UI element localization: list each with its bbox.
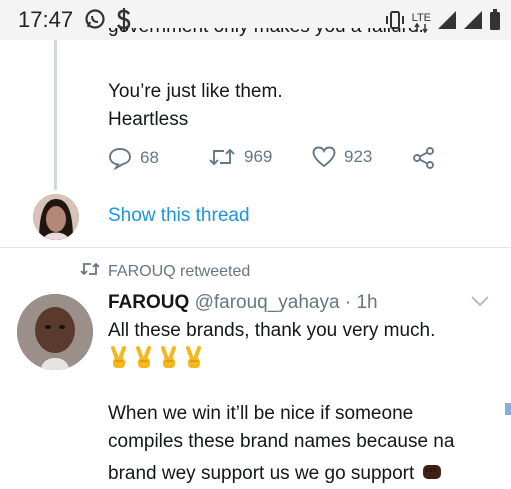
- show-thread-link[interactable]: Show this thread: [108, 205, 250, 227]
- lte-label: LTE: [411, 11, 431, 24]
- tweet-text-line: Heartless: [108, 109, 189, 130]
- signal-icon: [463, 10, 483, 35]
- thread-line: [54, 40, 57, 190]
- avatar[interactable]: [17, 294, 93, 370]
- heart-icon: [312, 146, 336, 168]
- tweet-clipped-text: government only makes you a failure.: [108, 28, 424, 46]
- tweet-header: FAROUQ @farouq_yahaya · 1h: [108, 292, 378, 314]
- victory-hand-icon: [108, 346, 130, 375]
- retweet-count: 969: [244, 147, 273, 166]
- retweet-context-label: FAROUQ retweeted: [108, 262, 251, 280]
- victory-emoji-row: [108, 346, 205, 375]
- reply-icon: [108, 146, 132, 170]
- tweet-text-line: brand wey support us we go support: [108, 459, 444, 489]
- victory-hand-icon: [183, 346, 205, 375]
- separator-dot: ·: [344, 292, 352, 313]
- tweet-text-line: When we win it’ll be nice if someone: [108, 403, 414, 424]
- tweet-text-line: You’re just like them.: [108, 81, 283, 102]
- avatar[interactable]: [33, 194, 79, 240]
- retweet-button[interactable]: 969: [208, 146, 272, 168]
- tweet-text-span: brand wey support us we go support: [108, 463, 415, 485]
- raised-fist-icon: [420, 459, 444, 489]
- tweet-text-line: All these brands, thank you very much.: [108, 320, 436, 341]
- status-time: 17:47: [18, 7, 74, 32]
- battery-icon: [489, 9, 501, 36]
- chevron-down-icon[interactable]: [471, 294, 489, 312]
- scrollbar[interactable]: [505, 403, 511, 415]
- retweet-icon: [80, 261, 100, 282]
- like-count: 923: [344, 147, 373, 166]
- retweet-context: FAROUQ retweeted: [80, 261, 250, 282]
- tweet-text-line: compiles these brand names because na: [108, 431, 455, 452]
- reply-count: 68: [140, 148, 159, 167]
- retweet-icon: [208, 146, 236, 168]
- signal-icon: [437, 10, 457, 35]
- tweet-time: 1h: [356, 292, 378, 313]
- share-icon: [412, 146, 436, 170]
- share-button[interactable]: [412, 146, 436, 170]
- reply-button[interactable]: 68: [108, 146, 159, 170]
- display-name[interactable]: FAROUQ: [108, 292, 189, 313]
- like-button[interactable]: 923: [312, 146, 372, 168]
- victory-hand-icon: [133, 346, 155, 375]
- whatsapp-icon: [84, 8, 106, 35]
- victory-hand-icon: [158, 346, 180, 375]
- tweet-clipped-line: government only makes you a failure.: [108, 28, 424, 38]
- divider: [0, 247, 511, 248]
- user-handle[interactable]: @farouq_yahaya: [195, 292, 340, 313]
